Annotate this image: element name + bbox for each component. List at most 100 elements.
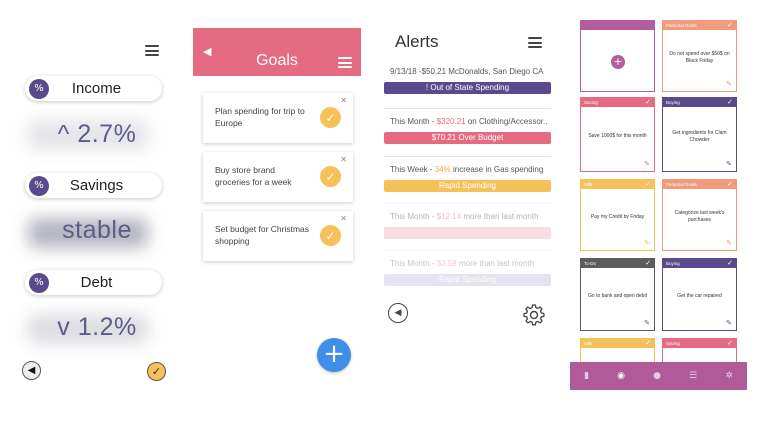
alert-item[interactable]: This Week - 34% increase in Gas spending… bbox=[384, 156, 551, 192]
alert-tag bbox=[384, 227, 551, 239]
note-title: Saving bbox=[584, 100, 598, 105]
savings-value: stable bbox=[62, 216, 132, 244]
alert-tag: Rapid Spending bbox=[384, 180, 551, 192]
percent-icon: % bbox=[29, 78, 49, 99]
triangle-left-icon: ◀ bbox=[394, 308, 402, 318]
close-icon[interactable]: ✕ bbox=[340, 96, 347, 105]
divider bbox=[384, 156, 551, 157]
note-title: Personal Goals bbox=[666, 23, 697, 28]
income-pill[interactable]: % Income bbox=[25, 76, 162, 101]
pencil-icon[interactable]: ✎ bbox=[726, 160, 732, 168]
goals-header: ◀ Goals bbox=[193, 28, 361, 76]
alert-text: This Month - $320.21 on Clothing/Accesso… bbox=[390, 117, 548, 126]
note-card[interactable]: Bills ✓ Pay my Credit by Friday ✎ bbox=[580, 179, 655, 251]
check-icon[interactable]: ✓ bbox=[727, 259, 733, 268]
note-body: Pay my Credit by Friday bbox=[590, 213, 645, 220]
check-icon[interactable]: ✓ bbox=[727, 98, 733, 107]
alert-item[interactable]: 9/13/18 -$50.21 McDonalds, San Diego CA … bbox=[384, 64, 551, 94]
note-title: Bills bbox=[584, 341, 593, 346]
add-note-card[interactable]: + bbox=[580, 20, 655, 92]
note-card[interactable]: Saving ✓ bbox=[662, 338, 737, 364]
percent-icon: % bbox=[29, 272, 49, 293]
goal-card[interactable]: Set budget for Christmas shopping ✕ ✓ bbox=[203, 211, 353, 261]
note-card[interactable]: Bills ✓ bbox=[580, 338, 655, 364]
note-card[interactable]: Buying ✓ Get ingredients for Clam Chowde… bbox=[662, 97, 737, 172]
close-icon[interactable]: ✕ bbox=[340, 155, 347, 164]
debt-value: v 1.2% bbox=[57, 313, 137, 341]
note-title: To-Do bbox=[584, 261, 597, 266]
check-icon[interactable]: ✓ bbox=[645, 339, 651, 348]
divider bbox=[384, 250, 551, 251]
goal-text: Set budget for Christmas shopping bbox=[215, 224, 310, 246]
add-goal-button[interactable]: + bbox=[317, 338, 351, 372]
compass-icon[interactable]: ◉ bbox=[617, 371, 625, 381]
note-header bbox=[581, 21, 654, 30]
pencil-icon[interactable]: ✎ bbox=[726, 319, 732, 327]
alert-tag: ! Out of State Spending bbox=[384, 82, 551, 94]
page-title: Goals bbox=[256, 52, 298, 69]
confirm-button[interactable]: ✓ bbox=[147, 362, 166, 381]
check-icon[interactable]: ✓ bbox=[320, 107, 341, 128]
pencil-icon[interactable]: ✎ bbox=[644, 319, 650, 327]
check-icon[interactable]: ✓ bbox=[727, 180, 733, 189]
check-icon[interactable]: ✓ bbox=[320, 166, 341, 187]
income-value: ^ 2.7% bbox=[57, 120, 137, 148]
note-card[interactable]: Buying ✓ Get the car repaired ✎ bbox=[662, 258, 737, 331]
bookmark-icon[interactable]: ▮ bbox=[584, 371, 589, 381]
note-body: Go to bank and open debit bbox=[588, 293, 647, 299]
note-card[interactable]: Personal Goals ✓ Categorize last week's … bbox=[662, 179, 737, 251]
note-title: Saving bbox=[666, 341, 680, 346]
goal-card[interactable]: Plan spending for trip to Europe ✕ ✓ bbox=[203, 93, 353, 143]
bottom-nav: ▮ ◉ ● ☰ ✲ bbox=[570, 362, 747, 390]
note-card[interactable]: Personal Goals ✓ Do not spend over $50$ … bbox=[662, 20, 737, 92]
note-header: Buying ✓ bbox=[663, 259, 736, 268]
pencil-icon[interactable]: ✎ bbox=[644, 239, 650, 247]
check-icon[interactable]: ✓ bbox=[727, 339, 733, 348]
alerts-panel: Alerts 9/13/18 -$50.21 McDonalds, San Di… bbox=[382, 28, 554, 432]
goal-text: Plan spending for trip to Europe bbox=[215, 106, 305, 128]
note-title: Buying bbox=[666, 261, 680, 266]
check-icon[interactable]: ✓ bbox=[645, 98, 651, 107]
menu-icon[interactable] bbox=[528, 37, 542, 48]
note-header: Bills ✓ bbox=[581, 180, 654, 189]
debt-pill[interactable]: % Debt bbox=[25, 270, 162, 295]
gear-icon[interactable]: ✲ bbox=[725, 371, 733, 381]
triangle-left-icon: ◀ bbox=[27, 365, 36, 376]
alert-item[interactable]: This Month - $12.14 more than last month bbox=[384, 203, 551, 239]
pencil-icon[interactable]: ✎ bbox=[644, 160, 650, 168]
savings-label: Savings bbox=[69, 177, 124, 194]
back-button[interactable]: ◀ bbox=[388, 303, 408, 323]
close-icon[interactable]: ✕ bbox=[340, 214, 347, 223]
debt-label: Debt bbox=[80, 274, 113, 291]
goal-card[interactable]: Buy store brand groceries for a week ✕ ✓ bbox=[203, 152, 353, 202]
alert-text: This Week - 34% increase in Gas spending bbox=[390, 165, 544, 174]
alert-tag: $70.21 Over Budget bbox=[384, 132, 551, 144]
note-card[interactable]: Saving ✓ Save 1000$ for this month ✎ bbox=[580, 97, 655, 172]
person-icon[interactable]: ● bbox=[653, 371, 661, 381]
menu-icon[interactable] bbox=[145, 45, 159, 56]
alert-text: This Month - $12.14 more than last month bbox=[390, 212, 539, 221]
menu-icon[interactable] bbox=[338, 57, 352, 68]
note-body: Categorize last week's purchases bbox=[674, 210, 725, 223]
pencil-icon[interactable]: ✎ bbox=[726, 239, 732, 247]
note-body: Save 1000$ for this month bbox=[588, 133, 647, 139]
note-body: Do not spend over $50$ on Black Friday bbox=[669, 51, 730, 64]
back-button[interactable]: ◀ bbox=[22, 361, 41, 380]
check-icon[interactable]: ✓ bbox=[645, 259, 651, 268]
list-icon[interactable]: ☰ bbox=[689, 371, 697, 381]
note-header: Personal Goals ✓ bbox=[663, 180, 736, 189]
check-icon[interactable]: ✓ bbox=[320, 225, 341, 246]
alert-item[interactable]: This Month - $3.58 more than last month … bbox=[384, 250, 551, 286]
notes-board-panel: + Personal Goals ✓ Do not spend over $50… bbox=[570, 18, 750, 390]
gear-icon[interactable] bbox=[522, 303, 546, 327]
check-icon[interactable]: ✓ bbox=[645, 180, 651, 189]
divider bbox=[384, 203, 551, 204]
goal-text: Buy store brand groceries for a week bbox=[215, 165, 292, 187]
pencil-icon[interactable]: ✎ bbox=[726, 80, 732, 88]
note-card[interactable]: To-Do ✓ Go to bank and open debit ✎ bbox=[580, 258, 655, 331]
alert-item[interactable]: This Month - $320.21 on Clothing/Accesso… bbox=[384, 108, 551, 144]
page-title: Alerts bbox=[395, 32, 439, 51]
check-icon[interactable]: ✓ bbox=[727, 21, 733, 30]
savings-pill[interactable]: % Savings bbox=[25, 173, 162, 198]
plus-icon[interactable]: + bbox=[611, 55, 625, 69]
